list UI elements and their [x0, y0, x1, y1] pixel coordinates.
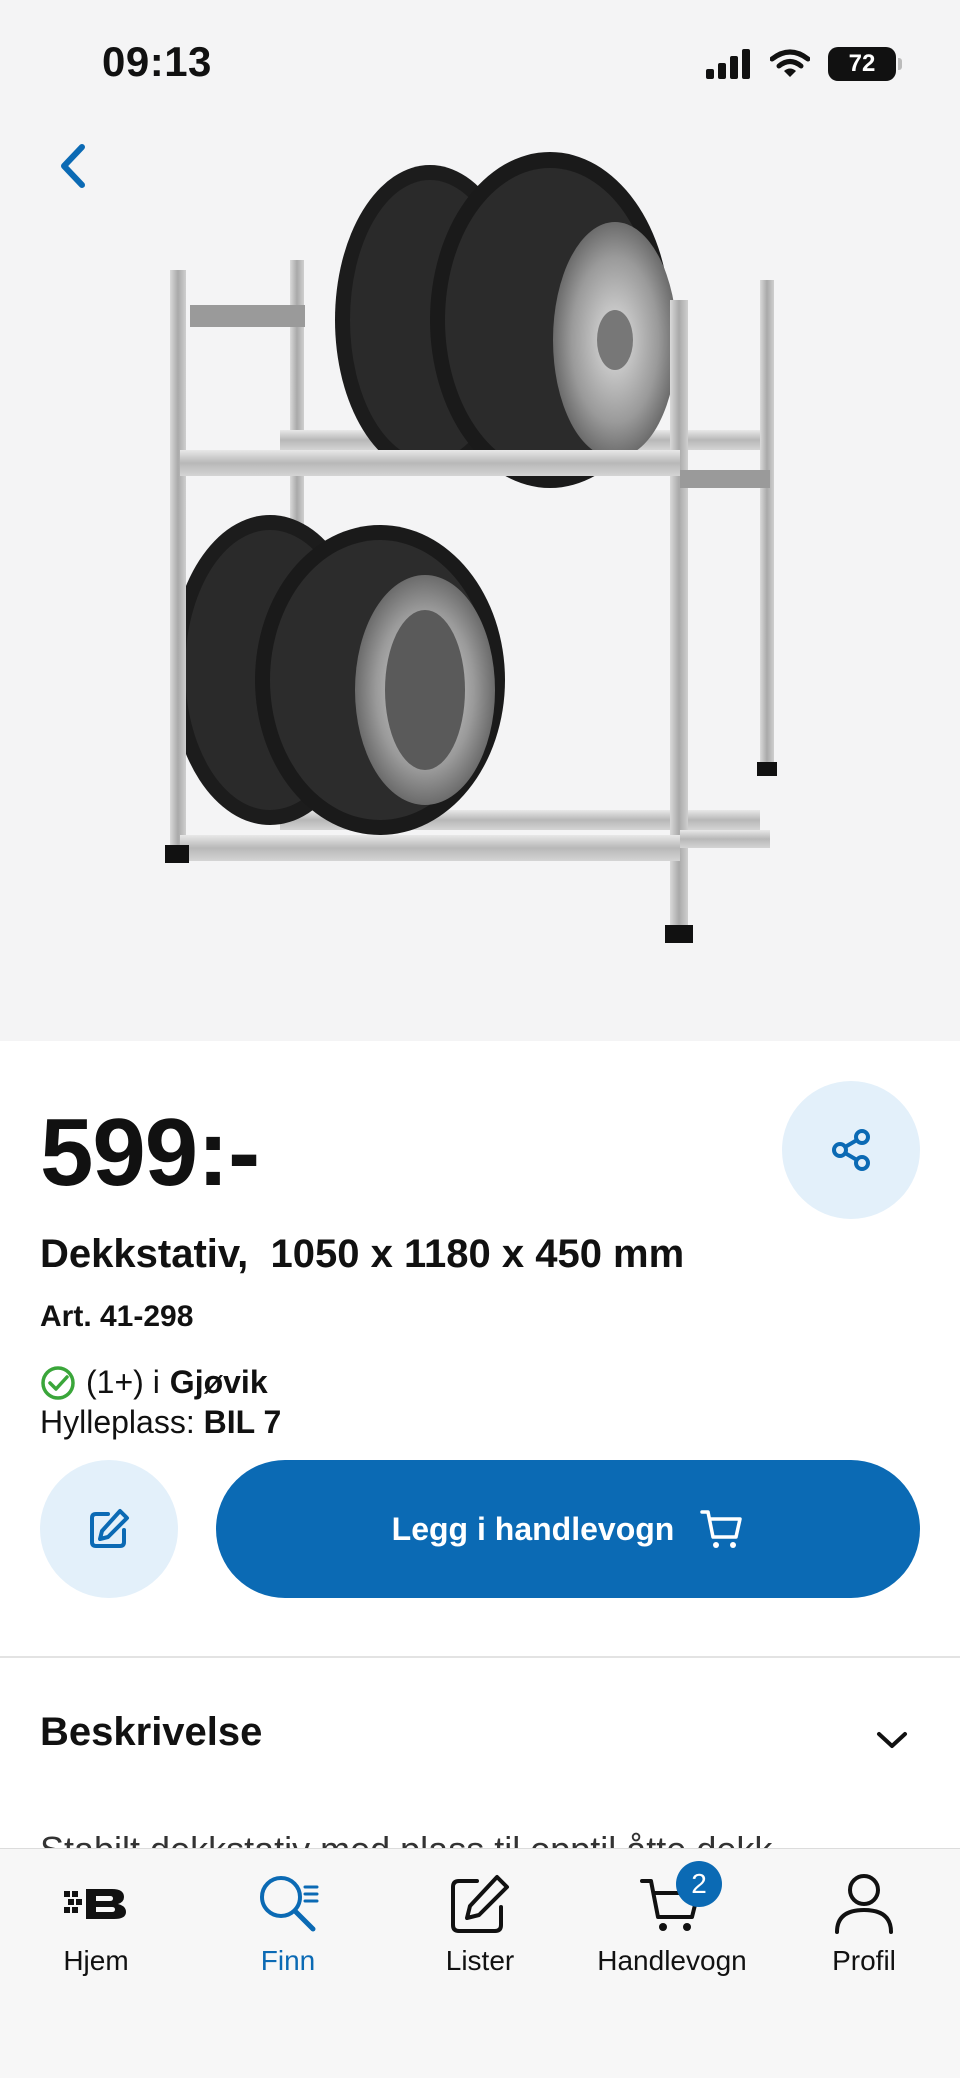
stock-count: (1+) i [86, 1364, 160, 1400]
product-hero: 09:13 72 [0, 0, 960, 1041]
tab-label: Hjem [63, 1945, 129, 1976]
chevron-left-icon [61, 144, 85, 188]
description-toggle[interactable] [872, 1720, 912, 1760]
add-to-cart-button[interactable]: Legg i handlevogn [216, 1460, 920, 1598]
article-number: Art. 41-298 [40, 1300, 194, 1333]
description-heading[interactable]: Beskrivelse [40, 1710, 262, 1755]
cart-icon [700, 1510, 743, 1548]
tab-label: Lister [445, 1945, 515, 1976]
description-text: Stabilt dekkstativ med plass til opptil … [40, 1829, 773, 1850]
battery-indicator: 72 [828, 47, 902, 81]
product-price: 599:- [40, 1099, 260, 1206]
tab-profil[interactable]: Profil [768, 1849, 960, 2078]
search-list-icon [260, 1876, 319, 1932]
cart-count-badge: 2 [676, 1861, 722, 1907]
share-icon [832, 1129, 870, 1171]
signal-icon [706, 49, 750, 79]
shelf-value: BIL 7 [203, 1404, 282, 1440]
tab-bar: Hjem Finn Lister 2 Handlevogn Profil [0, 1848, 960, 2078]
tab-lister[interactable]: Lister [384, 1849, 576, 2078]
stock-store[interactable]: Gjøvik [170, 1364, 268, 1401]
edit-icon [90, 1509, 129, 1548]
user-icon [835, 1874, 893, 1934]
check-circle-icon [41, 1365, 75, 1400]
status-icons: 72 [706, 44, 902, 84]
product-image [165, 152, 777, 943]
shelf-label: Hylleplass: [40, 1404, 195, 1440]
edit-list-icon [451, 1875, 509, 1933]
shelf-location: Hylleplass: BIL 7 [40, 1404, 281, 1441]
add-to-cart-label: Legg i handlevogn [391, 1510, 675, 1547]
section-divider [0, 1656, 960, 1658]
tab-finn[interactable]: Finn [192, 1849, 384, 2078]
tab-label: Profil [832, 1945, 896, 1976]
tab-label: Handlevogn [597, 1945, 747, 1976]
wifi-icon [770, 49, 810, 77]
back-button[interactable] [48, 136, 98, 196]
home-logo-icon [64, 1889, 126, 1919]
add-to-list-button[interactable] [40, 1460, 178, 1598]
share-button[interactable] [782, 1081, 920, 1219]
stock-status: (1+) i Gjøvik [40, 1364, 268, 1401]
tab-label: Finn [260, 1945, 316, 1976]
chevron-down-icon [877, 1732, 907, 1748]
product-title: Dekkstativ, 1050 x 1180 x 450 mm [40, 1232, 685, 1276]
status-time: 09:13 [102, 38, 212, 85]
tab-handlevogn[interactable]: 2 Handlevogn [576, 1849, 768, 2078]
tab-hjem[interactable]: Hjem [0, 1849, 192, 2078]
